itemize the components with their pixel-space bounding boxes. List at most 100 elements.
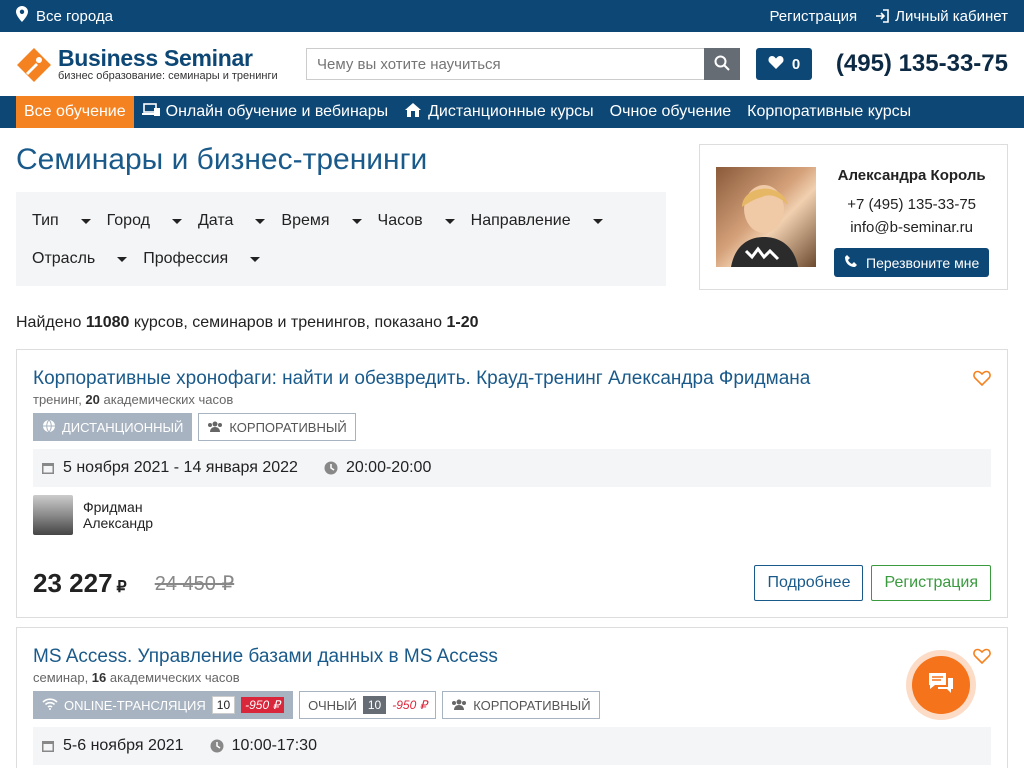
nav-item-online[interactable]: Онлайн обучение и вебинары (134, 96, 396, 128)
found-prefix: Найдено (16, 314, 86, 331)
logo[interactable]: Business Seminar бизнес образование: сем… (16, 46, 290, 82)
course-time: 10:00-17:30 (210, 737, 317, 755)
caret-down-icon (250, 256, 261, 262)
price-currency: ₽ (116, 578, 127, 596)
search-icon (714, 55, 730, 74)
trainer-last-name: Фридман (83, 499, 143, 515)
trainer[interactable]: Фридман Александр (33, 495, 991, 535)
course-date-range: 5 ноября 2021 - 14 января 2022 (41, 459, 298, 477)
register-button[interactable]: Регистрация (871, 565, 991, 601)
search-input[interactable] (306, 48, 704, 80)
nav-item-all[interactable]: Все обучение (16, 96, 134, 128)
nav-item-label: Дистанционные курсы (428, 103, 594, 120)
filter-label: Профессия (143, 250, 229, 267)
filter-label: Часов (377, 212, 423, 229)
filter-label: Тип (32, 212, 59, 229)
header: Business Seminar бизнес образование: сем… (0, 32, 1024, 96)
course-hours: 16 (91, 670, 107, 685)
course-hours: 20 (85, 392, 100, 407)
house-icon (404, 102, 422, 123)
favorites-count: 0 (791, 55, 801, 73)
logo-diamond-icon (16, 47, 51, 82)
nav-item-label: Онлайн обучение и вебинары (165, 103, 389, 120)
nav-item-distance[interactable]: Дистанционные курсы (396, 96, 602, 128)
manager-email[interactable]: info@b-seminar.ru (850, 219, 973, 236)
course-card: Корпоративные хронофаги: найти и обезвре… (16, 349, 1008, 618)
course-date-range: 5-6 ноября 2021 (41, 737, 184, 755)
course-hours-label: академических часов (106, 670, 240, 685)
tag-label: ONLINE-ТРАНСЛЯЦИЯ (64, 697, 206, 713)
results-count: Найдено 11080 курсов, семинаров и тренин… (0, 290, 1024, 340)
trainer-first-name: Александр (83, 515, 154, 531)
tag-offline[interactable]: ОЧНЫЙ 10 -950 ₽ (299, 691, 437, 719)
top-bar: Все города Регистрация Личный кабинет (0, 0, 1024, 32)
details-button[interactable]: Подробнее (754, 565, 864, 601)
chat-bubbles-icon (927, 671, 955, 700)
favorites-button[interactable]: 0 (756, 48, 812, 80)
filter-direction[interactable]: Направление (471, 202, 603, 240)
logo-title: Business Seminar (58, 45, 253, 71)
header-phone[interactable]: (495) 135-33-75 (836, 50, 1008, 78)
filter-label: Дата (197, 212, 234, 229)
register-link[interactable]: Регистрация (769, 8, 857, 25)
caret-down-icon (255, 218, 266, 224)
course-time: 20:00-20:00 (324, 459, 431, 477)
city-selector[interactable]: Все города (16, 6, 113, 26)
tag-corporate[interactable]: КОРПОРАТИВНЫЙ (198, 413, 356, 441)
page-title: Семинары и бизнес-тренинги (16, 143, 428, 176)
nav-item-label: Корпоративные курсы (747, 103, 912, 120)
course-dates: 5 ноября 2021 - 14 января 2022 20:00-20:… (33, 449, 991, 487)
search-bar (306, 48, 740, 80)
favorite-heart-icon[interactable] (973, 370, 991, 391)
manager-phone[interactable]: +7 (495) 135-33-75 (847, 196, 976, 213)
filter-profession[interactable]: Профессия (143, 240, 261, 278)
location-pin-icon (16, 6, 28, 26)
trainer-avatar (33, 495, 73, 535)
tag-seats-count: 10 (362, 696, 387, 714)
filter-label: Отрасль (32, 250, 96, 267)
chat-button[interactable] (912, 656, 970, 714)
wifi-icon (42, 697, 58, 713)
tag-discount: -950 ₽ (241, 697, 285, 713)
callback-label: Перезвоните мне (866, 254, 980, 271)
clock-icon (324, 461, 338, 475)
course-type: тренинг, (33, 392, 86, 407)
course-title[interactable]: Корпоративные хронофаги: найти и обезвре… (33, 366, 991, 392)
login-icon (875, 9, 889, 23)
nav-item-label: Очное обучение (609, 103, 732, 120)
caret-down-icon (117, 256, 128, 262)
time-text: 10:00-17:30 (231, 737, 317, 754)
nav-item-corporate[interactable]: Корпоративные курсы (739, 96, 919, 128)
tag-corporate[interactable]: КОРПОРАТИВНЫЙ (442, 691, 600, 719)
filter-hours[interactable]: Часов (378, 202, 455, 240)
caret-down-icon (80, 218, 91, 224)
date-text: 5-6 ноября 2021 (63, 737, 184, 754)
filter-industry[interactable]: Отрасль (32, 240, 128, 278)
clock-icon (210, 739, 224, 753)
callback-button[interactable]: Перезвоните мне (834, 248, 990, 277)
favorite-heart-icon[interactable] (973, 648, 991, 669)
filter-city[interactable]: Город (107, 202, 182, 240)
course-meta: тренинг, 20 академических часов (33, 392, 991, 407)
calendar-icon (41, 461, 55, 475)
nav-item-label: Все обучение (24, 103, 126, 120)
filter-type[interactable]: Тип (32, 202, 91, 240)
course-title[interactable]: MS Access. Управление базами данных в MS… (33, 644, 991, 670)
course-type: семинар, (33, 670, 92, 685)
phone-icon (844, 254, 858, 271)
tag-label: КОРПОРАТИВНЫЙ (473, 697, 591, 713)
course-dates: 5-6 ноября 2021 10:00-17:30 (33, 727, 991, 765)
calendar-icon (41, 739, 55, 753)
filter-label: Город (106, 212, 150, 229)
caret-down-icon (444, 218, 455, 224)
filter-label: Направление (470, 212, 571, 229)
filter-time[interactable]: Время (281, 202, 362, 240)
filter-date[interactable]: Дата (197, 202, 266, 240)
search-button[interactable] (704, 48, 740, 80)
account-link[interactable]: Личный кабинет (875, 8, 1008, 25)
users-icon (207, 420, 223, 435)
nav-item-offline[interactable]: Очное обучение (602, 96, 739, 128)
tag-distance[interactable]: ДИСТАНЦИОННЫЙ (33, 413, 193, 441)
tag-discount: -950 ₽ (392, 698, 428, 712)
tag-online-broadcast[interactable]: ONLINE-ТРАНСЛЯЦИЯ 10 -950 ₽ (33, 691, 294, 719)
